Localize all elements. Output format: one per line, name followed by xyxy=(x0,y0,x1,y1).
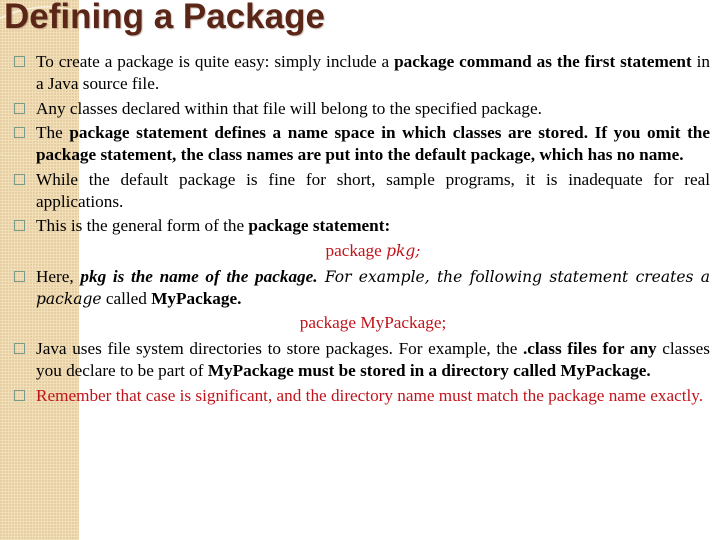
bullet-text-bold: package statement defines a name space i… xyxy=(36,123,710,164)
bullet-text: Java uses file system directories to sto… xyxy=(36,339,523,358)
code-example: package MyPackage; xyxy=(14,312,710,334)
bullet-square-icon xyxy=(14,220,25,231)
bullet-name-space: The package statement defines a name spa… xyxy=(14,122,710,166)
bullet-classes-belong: Any classes declared within that file wi… xyxy=(14,98,710,120)
bullet-text-bold: package command as the first statement xyxy=(394,52,692,71)
code-placeholder: pkg; xyxy=(386,241,421,260)
bullet-text: The xyxy=(36,123,70,142)
bullet-text-bold-italic: pkg is the name of the package. xyxy=(80,266,318,286)
bullet-general-form: This is the general form of the package … xyxy=(14,215,710,237)
slide-title: Defining a Package xyxy=(4,0,325,36)
bullet-square-icon xyxy=(14,127,25,138)
bullet-text-bold: MyPackage. xyxy=(151,288,242,308)
bullet-text: Here, xyxy=(36,266,81,286)
bullet-text: This is the general form of the xyxy=(36,216,249,235)
bullet-text: While the default package is fine for sh… xyxy=(36,169,710,211)
bullet-square-icon xyxy=(14,173,25,185)
bullet-text: Any classes declared within that file wi… xyxy=(36,98,542,118)
bullet-case-significant: Remember that case is significant, and t… xyxy=(14,385,710,407)
bullet-square-icon xyxy=(14,102,25,114)
bullet-text-bold: .class files for any xyxy=(522,339,657,358)
code-example-text: package MyPackage; xyxy=(299,313,447,332)
bullet-square-icon xyxy=(14,343,25,354)
bullet-text: called xyxy=(101,288,152,308)
bullet-square-icon xyxy=(14,56,25,67)
bullet-square-icon xyxy=(14,270,25,282)
bullet-pkg-name: Here, pkg is the name of the package. Fo… xyxy=(14,266,710,310)
bullet-file-system: Java uses file system directories to sto… xyxy=(14,338,710,382)
bullet-text: To create a package is quite easy: simpl… xyxy=(36,52,395,71)
bullet-text-bold: MyPackage must be stored in a directory … xyxy=(207,361,651,380)
code-keyword: package xyxy=(325,240,387,260)
slide-content: To create a package is quite easy: simpl… xyxy=(14,51,710,409)
bullet-create-package: To create a package is quite easy: simpl… xyxy=(14,51,710,95)
bullet-text-bold: package statement: xyxy=(248,216,391,235)
bullet-text: Remember that case is significant, and t… xyxy=(36,385,704,405)
bullet-default-package: While the default package is fine for sh… xyxy=(14,169,710,213)
code-general-form: package pkg; xyxy=(14,240,710,262)
bullet-square-icon xyxy=(14,389,25,401)
